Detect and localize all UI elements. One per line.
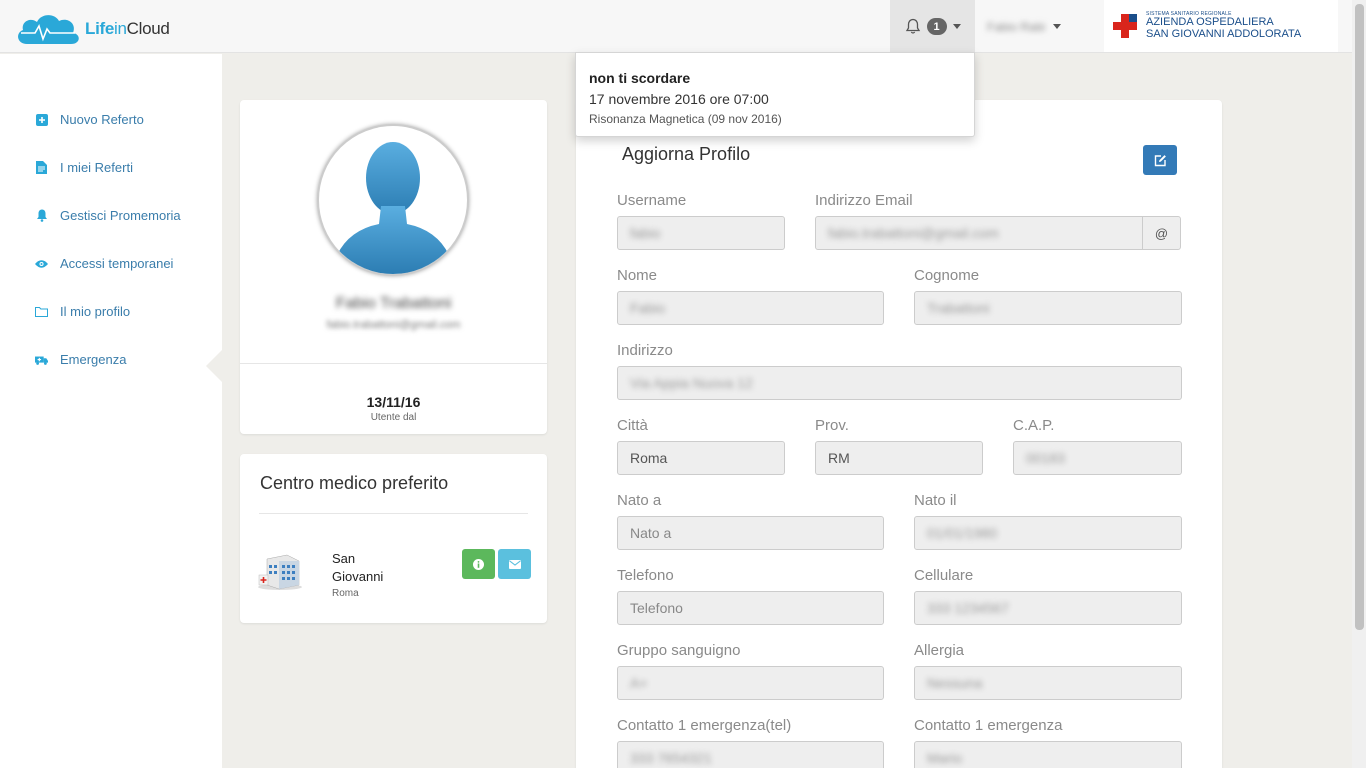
sidebar-item-nuovo-referto[interactable]: Nuovo Referto: [35, 112, 144, 127]
eye-icon: [35, 257, 48, 270]
hospital-name-line2: SAN GIOVANNI ADDOLORATA: [1146, 27, 1302, 40]
app-logo[interactable]: LifeinCloud: [15, 11, 170, 47]
profile-email: fabio.trabattoni@gmail.com: [326, 319, 461, 331]
sidebar-item-label: I miei Referti: [60, 160, 133, 175]
cellulare-label: Cellulare: [914, 567, 974, 584]
profile-form-card: Aggiorna Profilo Username fabio Indirizz…: [576, 100, 1222, 768]
user-menu[interactable]: Fabio Rabi: [987, 0, 1062, 53]
divider: [240, 363, 547, 364]
nato-il-label: Nato il: [914, 492, 957, 509]
gruppo-sanguigno-field[interactable]: A+: [617, 666, 884, 700]
cap-label: C.A.P.: [1013, 417, 1055, 434]
sidebar-item-label: Accessi temporanei: [60, 256, 174, 271]
folder-icon: [35, 305, 48, 318]
prov-label: Prov.: [815, 417, 849, 434]
cognome-label: Cognome: [914, 267, 980, 284]
indirizzo-field[interactable]: Via Appia Nuova 12: [617, 366, 1182, 400]
notifications-badge: 1: [926, 18, 947, 35]
bell-icon: [35, 209, 48, 222]
sidebar-item-label: Nuovo Referto: [60, 112, 144, 127]
contatto-emergenza-tel-label: Contatto 1 emergenza(tel): [617, 717, 792, 734]
sidebar-item-miei-referti[interactable]: I miei Referti: [35, 160, 133, 175]
message-button[interactable]: [498, 549, 531, 579]
user-name: Fabio Rabi: [987, 19, 1046, 34]
notification-dropdown[interactable]: non ti scordare 17 novembre 2016 ore 07:…: [575, 52, 975, 137]
hospital-name-line1: AZIENDA OSPEDALIERA: [1146, 16, 1274, 29]
username-field[interactable]: fabio: [617, 216, 785, 250]
profile-name: Fabio Trabattoni: [335, 295, 452, 312]
cognome-field[interactable]: Trabattoni: [914, 291, 1182, 325]
info-button[interactable]: [462, 549, 495, 579]
logo-text: LifeinCloud: [85, 19, 170, 38]
nome-field[interactable]: Fabio: [617, 291, 884, 325]
cap-field[interactable]: 00183: [1013, 441, 1182, 475]
red-cross-icon: [1113, 14, 1137, 38]
hospital-logo: SISTEMA SANITARIO REGIONALE AZIENDA OSPE…: [1104, 0, 1338, 52]
nato-a-field[interactable]: Nato a: [617, 516, 884, 550]
contatto-emergenza-label: Contatto 1 emergenza: [914, 717, 1063, 734]
form-title: Aggiorna Profilo: [622, 144, 751, 164]
ambulance-icon: [35, 353, 48, 366]
envelope-icon: [508, 559, 521, 569]
nato-il-field[interactable]: 01/01/1980: [914, 516, 1182, 550]
favorite-medical-center-card: Centro medico preferito San Giovanni Rom…: [240, 454, 547, 623]
plus-square-icon: [35, 113, 48, 126]
email-label: Indirizzo Email: [815, 192, 913, 209]
notification-title: non ti scordare: [589, 70, 691, 86]
hospital-building-icon: [258, 554, 302, 590]
citta-field[interactable]: Roma: [617, 441, 785, 475]
notifications-toggle[interactable]: 1: [890, 0, 975, 53]
page-scrollbar[interactable]: [1352, 0, 1366, 768]
gruppo-sanguigno-label: Gruppo sanguigno: [617, 642, 741, 659]
cloud-logo-icon: [18, 15, 79, 44]
cellulare-field[interactable]: 333 1234567: [914, 591, 1182, 625]
username-label: Username: [617, 192, 687, 209]
chevron-down-icon: [952, 24, 961, 29]
user-silhouette-icon: [331, 142, 455, 274]
top-navbar: LifeinCloud 1 Fabio Rabi SISTEMA SANITAR…: [0, 0, 1352, 53]
sidebar-item-label: Il mio profilo: [60, 304, 131, 319]
sidebar-item-label: Emergenza: [60, 352, 127, 367]
prov-field[interactable]: RM: [815, 441, 983, 475]
bell-icon: [905, 18, 920, 34]
info-icon: [473, 558, 484, 570]
divider: [259, 513, 528, 514]
sidebar: Nuovo Referto I miei Referti Gestisci Pr…: [0, 54, 222, 768]
scrollbar-thumb[interactable]: [1355, 4, 1364, 630]
notification-subtitle: Risonanza Magnetica (09 nov 2016): [589, 112, 782, 126]
nato-a-label: Nato a: [617, 492, 662, 509]
active-item-indicator: [206, 350, 222, 382]
file-icon: [35, 161, 48, 174]
contatto-emergenza-field[interactable]: Mario: [914, 741, 1182, 768]
nome-label: Nome: [617, 267, 658, 284]
email-addon: @: [1142, 216, 1181, 250]
chevron-down-icon: [1053, 24, 1062, 29]
contatto-emergenza-tel-field[interactable]: 333 7654321: [617, 741, 884, 768]
email-field[interactable]: fabio.trabattoni@gmail.com: [815, 216, 1143, 250]
avatar: [317, 124, 469, 276]
card-title: Centro medico preferito: [260, 473, 449, 493]
indirizzo-label: Indirizzo: [617, 342, 673, 359]
medical-center-city: Roma: [332, 588, 359, 599]
notification-date: 17 novembre 2016 ore 07:00: [589, 91, 769, 107]
sidebar-item-label: Gestisci Promemoria: [60, 208, 181, 223]
allergia-label: Allergia: [914, 642, 965, 659]
profile-card: Fabio Trabattoni fabio.trabattoni@gmail.…: [240, 100, 547, 434]
sidebar-item-promemoria[interactable]: Gestisci Promemoria: [35, 208, 181, 223]
member-since-label: Utente dal: [370, 412, 417, 423]
allergia-field[interactable]: Nessuna: [914, 666, 1182, 700]
edit-icon: [1154, 154, 1166, 166]
telefono-field[interactable]: Telefono: [617, 591, 884, 625]
member-since-date: 13/11/16: [366, 394, 421, 410]
citta-label: Città: [617, 417, 648, 434]
sidebar-item-emergenza[interactable]: Emergenza: [35, 352, 126, 367]
sidebar-item-profilo[interactable]: Il mio profilo: [35, 304, 130, 319]
sidebar-item-accessi[interactable]: Accessi temporanei: [35, 256, 173, 271]
edit-profile-button[interactable]: [1143, 145, 1177, 175]
medical-center-name: San Giovanni: [332, 551, 384, 584]
telefono-label: Telefono: [617, 567, 674, 584]
